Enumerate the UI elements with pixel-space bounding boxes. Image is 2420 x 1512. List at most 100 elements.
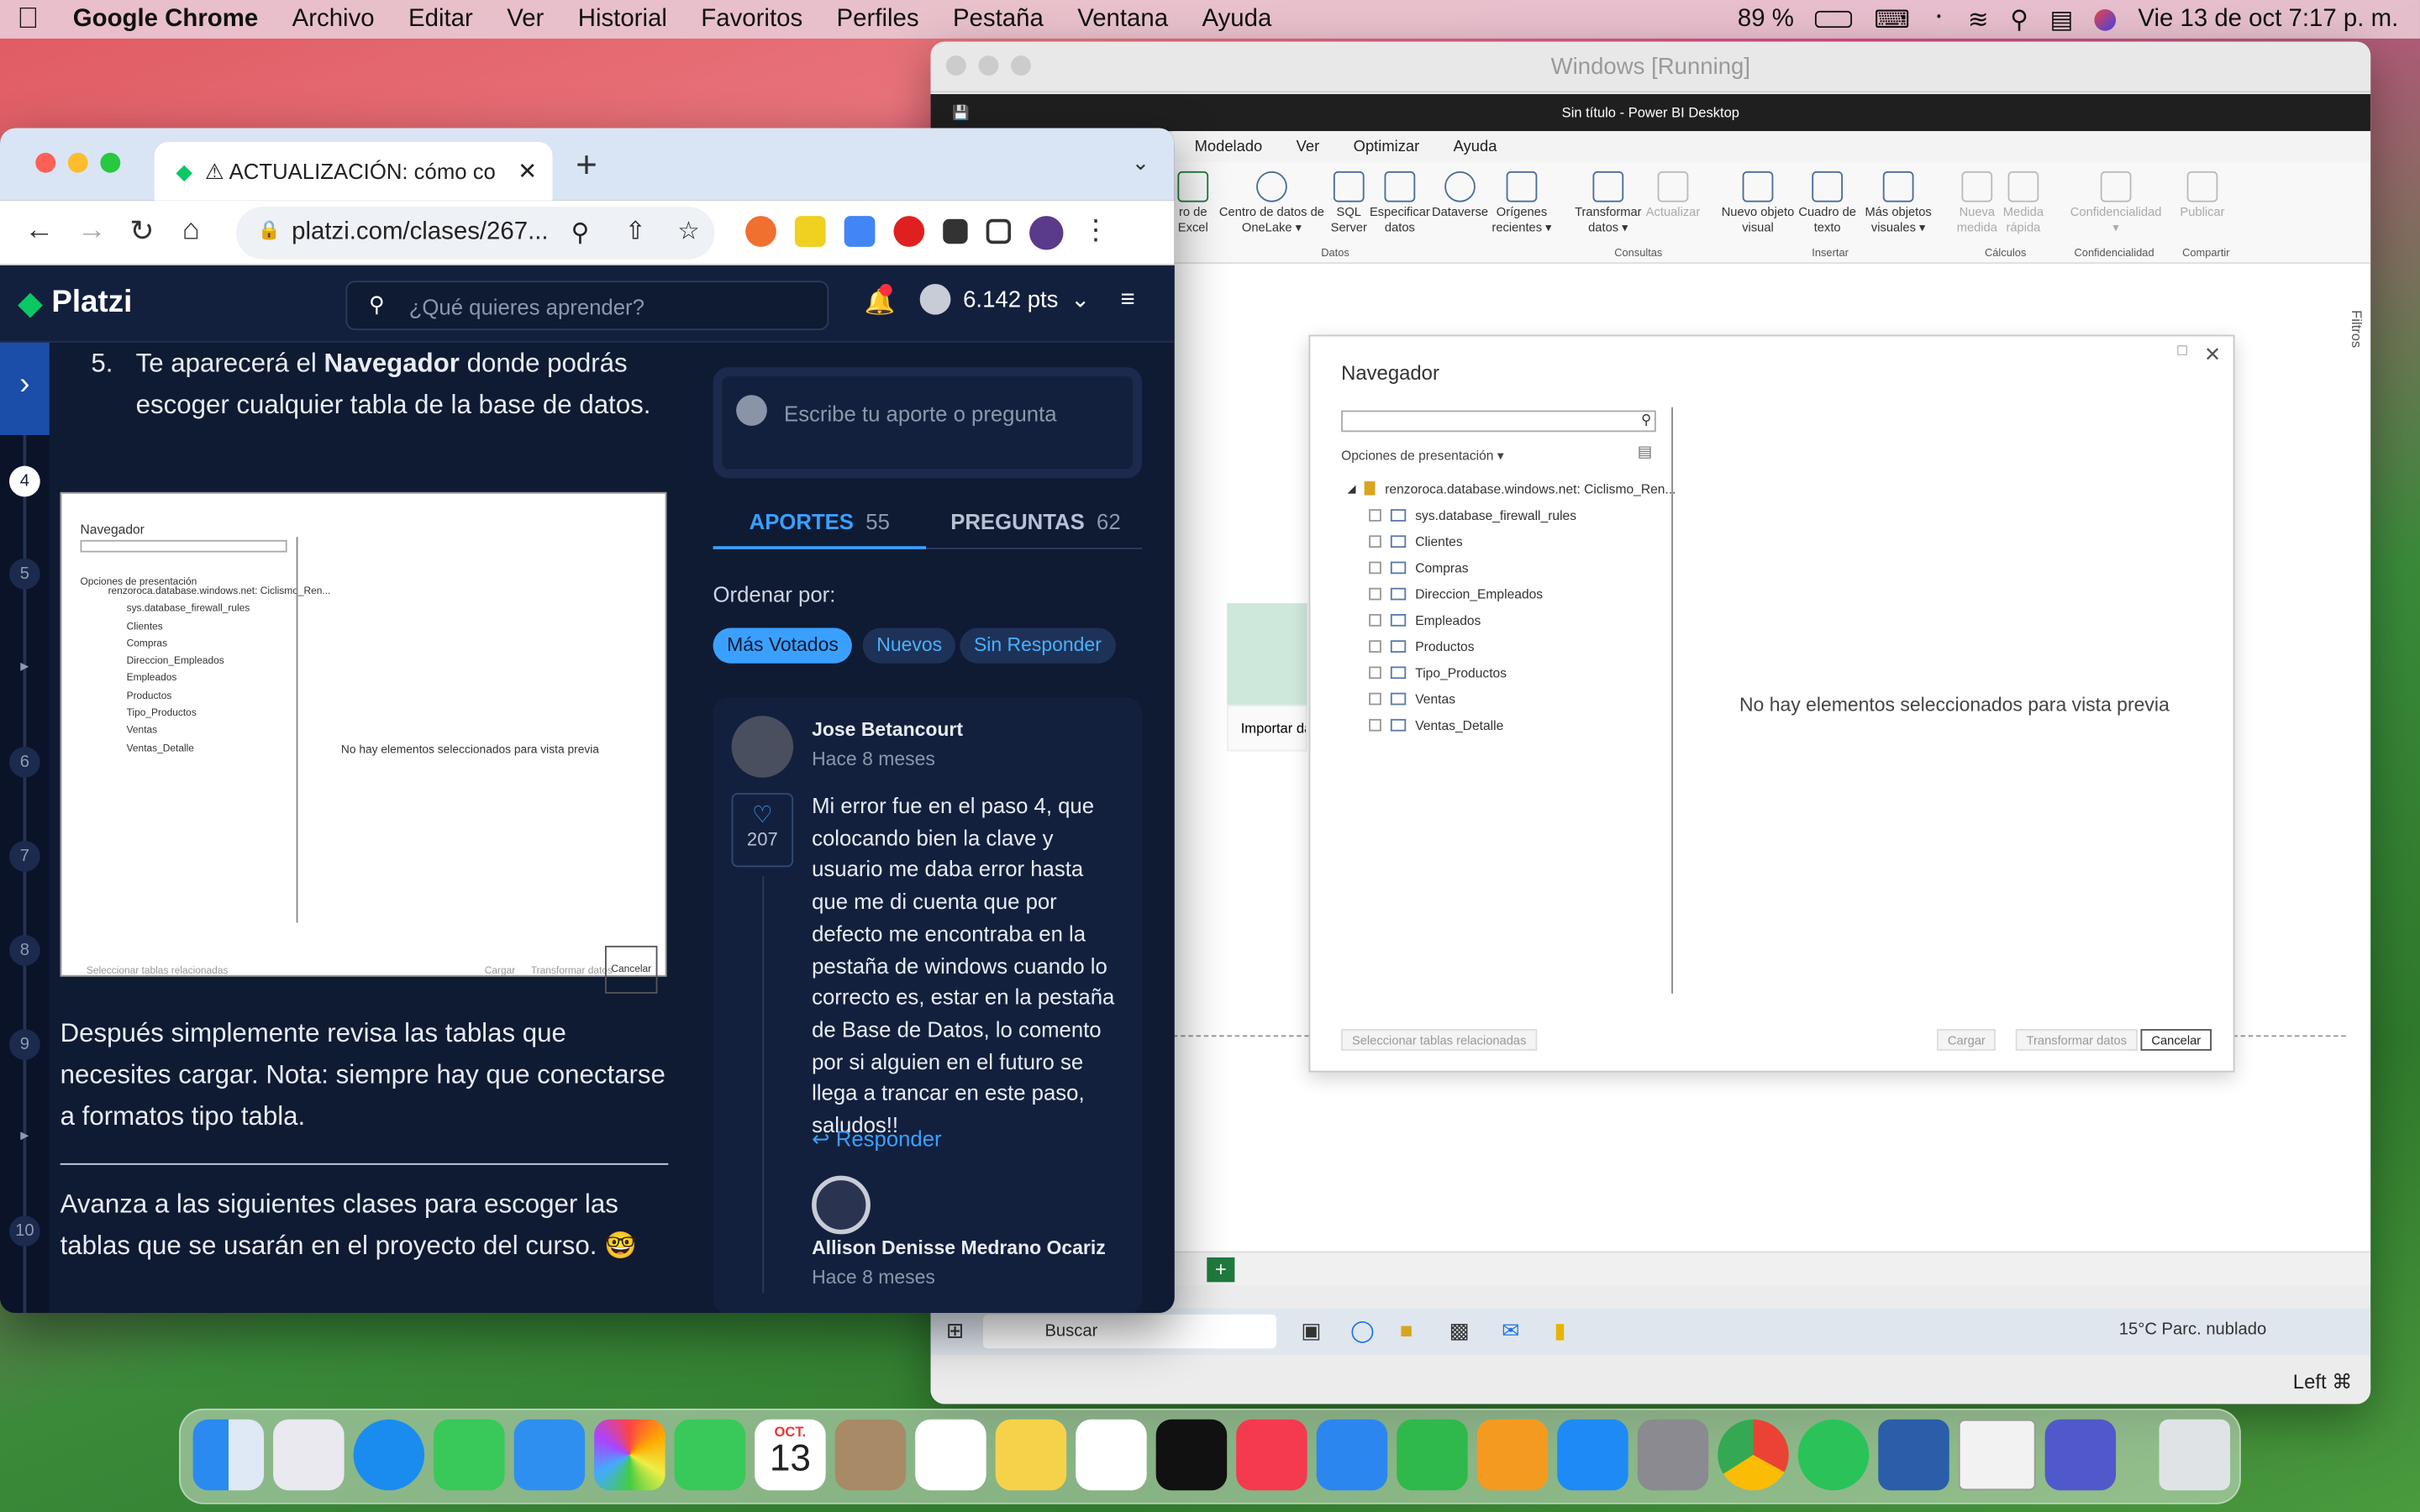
vm-close-button[interactable] (945, 55, 966, 76)
facetime-icon[interactable] (674, 1419, 746, 1491)
save-icon[interactable]: 💾 (952, 104, 970, 121)
menu-historial[interactable]: Historial (561, 5, 685, 33)
table-checkbox[interactable] (1369, 639, 1381, 653)
points-dropdown[interactable]: 6.142 pts ⌄ (919, 283, 1090, 315)
settings-icon[interactable] (1637, 1419, 1709, 1491)
select-related-button[interactable]: Seleccionar tablas relacionadas (1341, 1029, 1538, 1051)
ribbon-sql-button[interactable]: SQL Server (1328, 171, 1370, 236)
notes-icon[interactable] (995, 1419, 1067, 1491)
more-menu-icon[interactable]: ⋮ (1082, 216, 1113, 247)
menu-editar[interactable]: Editar (392, 5, 490, 33)
minimize-window-button[interactable] (67, 152, 88, 173)
bookmark-star-icon[interactable]: ☆ (677, 216, 699, 247)
table-checkbox[interactable] (1369, 717, 1381, 731)
comment-author[interactable]: Jose Betancourt (812, 719, 963, 741)
ribbon-publish-button[interactable]: Publicar (2176, 171, 2228, 221)
ribbon-dataverse-button[interactable]: Dataverse (1429, 171, 1491, 221)
close-icon[interactable]: ✕ (2204, 343, 2221, 367)
menu-ayuda[interactable]: Ayuda (1185, 5, 1288, 33)
cancel-button[interactable]: Cancelar (2140, 1029, 2212, 1051)
forward-icon[interactable]: → (77, 214, 107, 248)
filter-most-voted[interactable]: Más Votados (713, 627, 853, 664)
messages-icon[interactable] (434, 1419, 505, 1491)
menu-ventana[interactable]: Ventana (1060, 5, 1185, 33)
tree-table-item[interactable]: Ventas (1347, 685, 1676, 711)
whatsapp-icon[interactable] (1797, 1419, 1870, 1491)
tree-table-item[interactable]: Tipo_Productos (1347, 659, 1676, 685)
hamburger-menu-icon[interactable]: ≡ (1120, 287, 1134, 315)
rail-play-icon[interactable]: ▸ (9, 1120, 40, 1151)
menu-perfiles[interactable]: Perfiles (819, 5, 935, 33)
reply-author[interactable]: Allison Denisse Medrano Ocariz (812, 1237, 1106, 1259)
freeform-icon[interactable] (1076, 1419, 1147, 1491)
platzi-search-input[interactable]: ⚲ ¿Qué quieres aprender? (345, 281, 829, 331)
tab-search-chevron-icon[interactable]: ⌄ (1132, 150, 1150, 176)
table-checkbox[interactable] (1369, 534, 1381, 548)
share-icon[interactable]: ⇧ (625, 216, 646, 247)
translate-extension-icon[interactable] (844, 216, 876, 247)
file-explorer-icon[interactable]: ■ (1400, 1318, 1413, 1342)
rail-step[interactable]: 8 (9, 935, 40, 966)
like-button[interactable]: ♡ 207 (731, 793, 794, 868)
table-checkbox[interactable] (1369, 613, 1381, 626)
reload-icon[interactable]: ↻ (129, 214, 154, 249)
keynote-icon[interactable] (1316, 1419, 1388, 1491)
calendar-icon[interactable]: OCT. 13 (755, 1419, 826, 1491)
apple-icon[interactable]:  (0, 3, 56, 36)
refresh-preview-icon[interactable]: ▤ (1638, 444, 1652, 461)
tree-table-item[interactable]: sys.database_firewall_rules (1347, 501, 1676, 528)
sidepanel-icon[interactable] (986, 218, 1012, 244)
filter-unanswered[interactable]: Sin Responder (960, 627, 1116, 664)
maximize-icon[interactable]: □ (2177, 343, 2186, 360)
ribbon-excel-button[interactable]: ro de Excel (1173, 171, 1213, 236)
rail-step[interactable]: 9 (9, 1029, 40, 1060)
store-icon[interactable]: ▩ (1449, 1318, 1470, 1344)
tree-table-item[interactable]: Compras (1347, 554, 1676, 580)
rail-step[interactable]: 5 (9, 558, 40, 590)
clock[interactable]: Vie 13 de oct 7:17 p. m. (2138, 5, 2398, 33)
transform-data-button[interactable]: Transformar datos (2015, 1029, 2138, 1051)
task-view-icon[interactable]: ▣ (1301, 1318, 1321, 1344)
pages-icon[interactable] (1476, 1419, 1549, 1491)
table-checkbox[interactable] (1369, 665, 1381, 679)
close-tab-icon[interactable]: ✕ (518, 157, 537, 185)
ribbon-recent-sources-button[interactable]: Orígenes recientes ▾ (1488, 171, 1556, 236)
mail-icon[interactable] (513, 1419, 586, 1491)
tab-ayuda[interactable]: Ayuda (1454, 138, 1497, 155)
ribbon-enter-data-button[interactable]: Especificar datos (1367, 171, 1432, 236)
menu-favoritos[interactable]: Favoritos (684, 5, 819, 33)
ribbon-more-visuals-button[interactable]: Más objetos visuales ▾ (1858, 171, 1939, 236)
bluetooth-icon[interactable]: ᛫ (1932, 5, 1947, 33)
rail-step[interactable]: 10 (9, 1215, 40, 1247)
extension-orange-icon[interactable] (745, 216, 776, 247)
avatar[interactable] (731, 716, 794, 778)
reply-button[interactable]: ↩ Responder (812, 1126, 942, 1152)
avatar[interactable] (812, 1175, 871, 1235)
tree-table-item[interactable]: Direccion_Empleados (1347, 580, 1676, 606)
reminders-icon[interactable] (915, 1419, 986, 1491)
tab-ver[interactable]: Ver (1297, 138, 1320, 155)
rail-step[interactable]: 4 (9, 465, 40, 497)
music-icon[interactable] (1236, 1419, 1307, 1491)
preview-thumbnail-icon[interactable] (1958, 1419, 2036, 1491)
table-checkbox[interactable] (1369, 560, 1381, 574)
filters-pane-toggle[interactable]: Filtros (2349, 310, 2364, 348)
ribbon-refresh-button[interactable]: Actualizar (1642, 171, 1703, 221)
expand-sidebar-button[interactable]: › (0, 342, 50, 435)
teams-icon[interactable] (2044, 1419, 2117, 1491)
new-tab-button[interactable]: + (576, 145, 597, 188)
tree-table-item[interactable]: Productos (1347, 633, 1676, 659)
appstore-icon[interactable] (1557, 1419, 1628, 1491)
back-icon[interactable]: ← (24, 214, 54, 248)
home-icon[interactable]: ⌂ (182, 214, 200, 248)
rail-play-icon[interactable]: ▸ (9, 651, 40, 682)
menu-pestana[interactable]: Pestaña (936, 5, 1060, 33)
address-bar[interactable]: 🔒 platzi.com/clases/267... ⚲ ⇧ ☆ (236, 207, 715, 260)
filter-new[interactable]: Nuevos (862, 627, 956, 664)
tree-table-item[interactable]: Clientes (1347, 528, 1676, 554)
edge-icon[interactable]: ◯ (1350, 1318, 1375, 1344)
tab-optimizar[interactable]: Optimizar (1354, 138, 1420, 155)
table-checkbox[interactable] (1369, 586, 1381, 600)
trash-icon[interactable] (2159, 1419, 2231, 1491)
tree-table-item[interactable]: Ventas_Detalle (1347, 711, 1676, 738)
